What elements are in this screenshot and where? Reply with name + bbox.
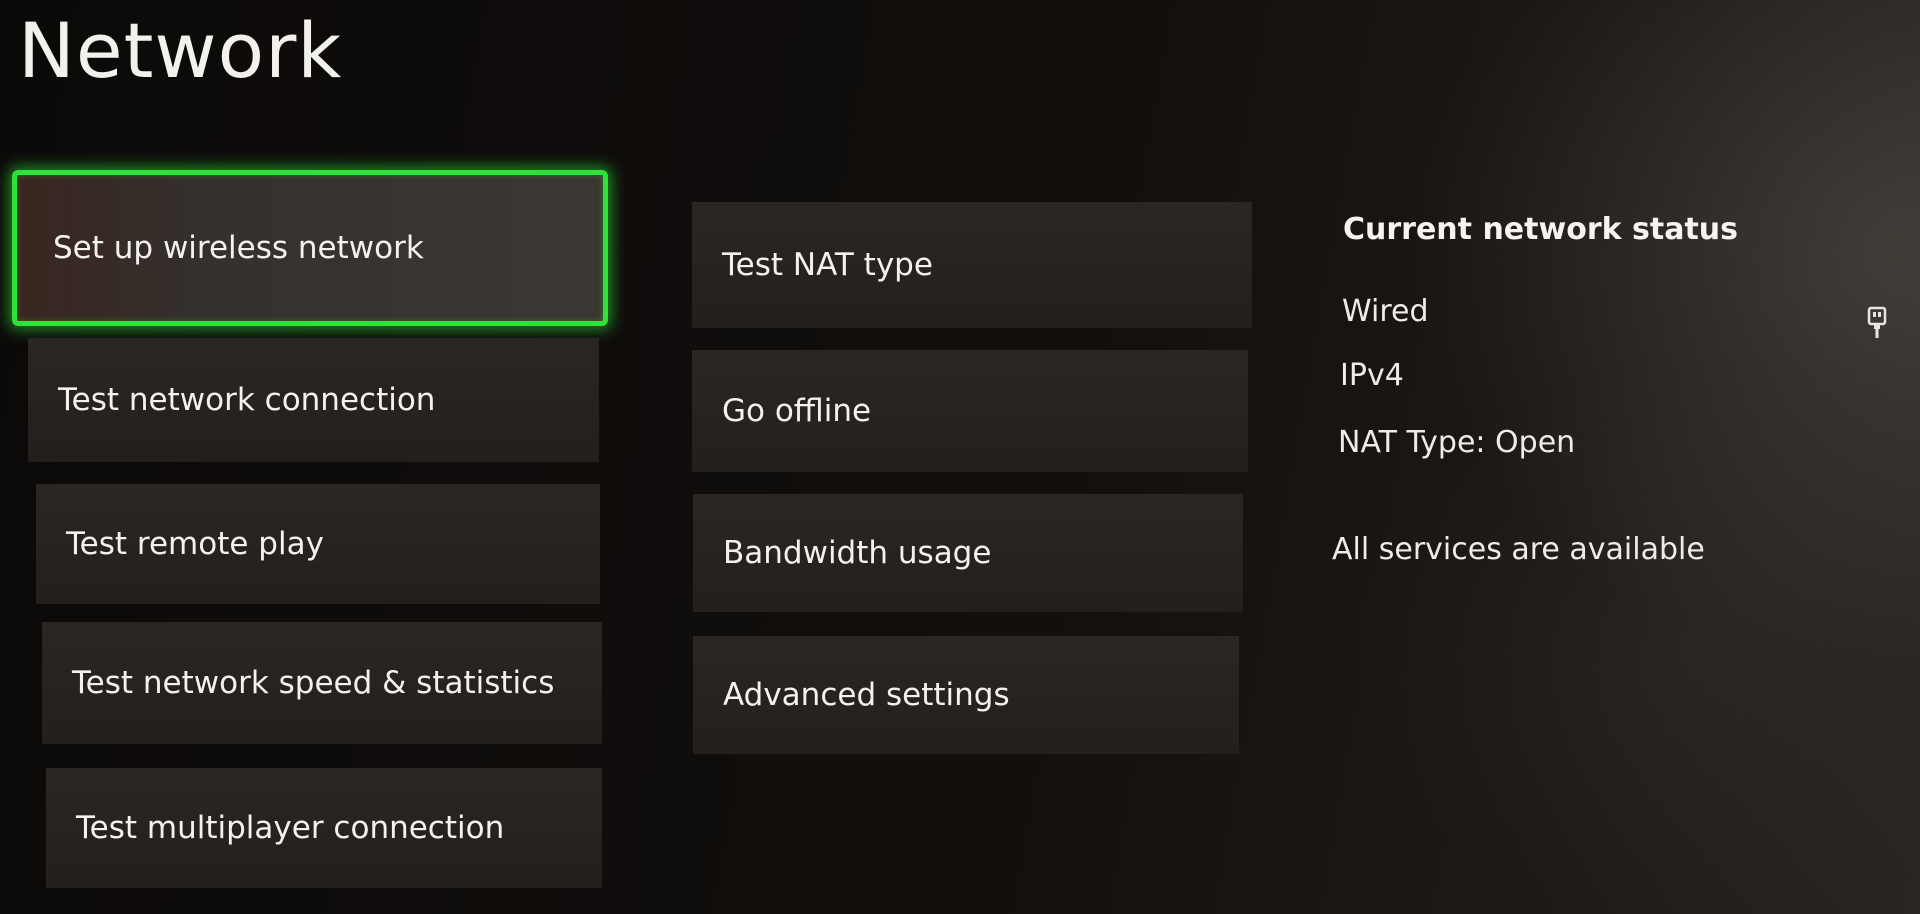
page-title: Network: [18, 6, 343, 95]
test-remote-play-button[interactable]: Test remote play: [36, 484, 600, 604]
go-offline-button[interactable]: Go offline: [692, 350, 1248, 472]
test-network-connection-button[interactable]: Test network connection: [28, 338, 599, 462]
test-nat-type-label: Test NAT type: [722, 247, 933, 283]
connection-type-text: Wired: [1342, 294, 1429, 329]
test-multiplayer-connection-button[interactable]: Test multiplayer connection: [46, 768, 602, 888]
go-offline-label: Go offline: [722, 393, 872, 429]
status-heading: Current network status: [1343, 212, 1739, 247]
services-status-text: All services are available: [1332, 532, 1705, 567]
ip-version-text: IPv4: [1340, 358, 1404, 393]
setup-wireless-network-label: Set up wireless network: [53, 230, 424, 266]
advanced-settings-button[interactable]: Advanced settings: [693, 636, 1239, 754]
bandwidth-usage-label: Bandwidth usage: [723, 535, 992, 571]
test-network-speed-label: Test network speed & statistics: [72, 665, 555, 701]
bandwidth-usage-button[interactable]: Bandwidth usage: [693, 494, 1243, 612]
setup-wireless-network-button[interactable]: Set up wireless network: [12, 170, 608, 326]
test-remote-play-label: Test remote play: [66, 526, 324, 562]
ethernet-plug-icon: [1866, 306, 1888, 340]
test-nat-type-button[interactable]: Test NAT type: [692, 202, 1252, 328]
test-network-speed-button[interactable]: Test network speed & statistics: [42, 622, 602, 744]
advanced-settings-label: Advanced settings: [723, 677, 1010, 713]
test-network-connection-label: Test network connection: [58, 382, 436, 418]
test-multiplayer-connection-label: Test multiplayer connection: [76, 810, 505, 846]
nat-type-text: NAT Type: Open: [1338, 425, 1576, 460]
